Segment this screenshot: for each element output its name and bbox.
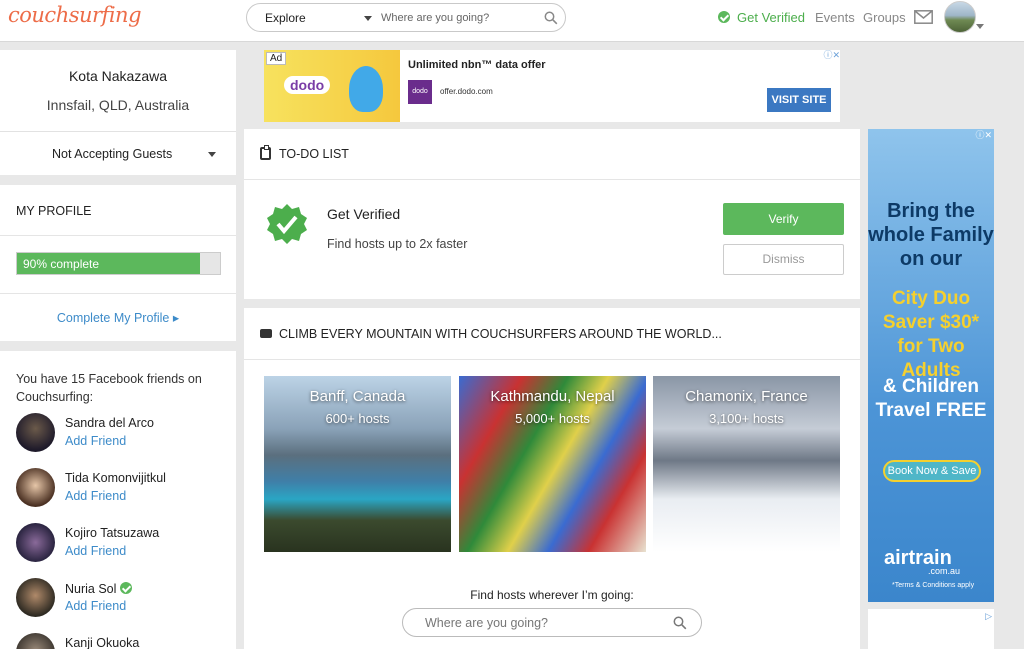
right-advertisement[interactable]: ⓘ✕ Bring the whole Family on our City Du… (868, 129, 994, 602)
add-friend-link[interactable]: Add Friend (65, 544, 126, 558)
my-profile-title: MY PROFILE (16, 204, 92, 218)
friend-name[interactable]: Sandra del Arco (65, 416, 154, 430)
couch-icon (260, 329, 272, 338)
advertiser-logo: dodo (408, 80, 432, 104)
destination-name: Kathmandu, Nepal (490, 388, 615, 405)
progress-label: 90% complete (23, 257, 100, 271)
avatar[interactable] (16, 468, 55, 507)
ad-headline[interactable]: Unlimited nbn™ data offer (408, 59, 546, 71)
adchoices-icon[interactable]: ⓘ✕ (968, 130, 992, 141)
chevron-down-icon (208, 152, 216, 157)
avatar[interactable] (16, 578, 55, 617)
ad-line-3: & Children Travel FREE (875, 376, 987, 421)
header-search-input[interactable] (381, 10, 541, 26)
friend-name[interactable]: Tida Komonvijitkul (65, 471, 166, 485)
divider (0, 293, 236, 294)
chevron-down-icon (364, 16, 372, 21)
add-friend-link[interactable]: Add Friend (65, 434, 126, 448)
verified-seal-icon (267, 204, 307, 244)
couchsurfing-logo[interactable]: couchsurfing (8, 3, 142, 27)
todo-item-title: Get Verified (327, 206, 401, 222)
friend-name[interactable]: Kojiro Tatsuzawa (65, 526, 159, 540)
profile-progress-bar: 90% complete (16, 252, 221, 275)
ad-terms: *Terms & Conditions apply (892, 582, 975, 589)
top-navigation-bar: couchsurfing Explore Get Verified Events… (0, 0, 1024, 42)
destination-card-kathmandu[interactable]: Kathmandu, Nepal 5,000+ hosts (459, 376, 646, 552)
mascot-image (349, 66, 383, 112)
avatar[interactable] (16, 413, 55, 452)
profile-location: Innsfail, QLD, Australia (46, 97, 190, 113)
verify-button[interactable]: Verify (723, 203, 844, 235)
todo-header: TO-DO LIST (244, 129, 860, 180)
header-search-bar: Explore (246, 3, 566, 32)
adchoices-icon[interactable]: ⓘ✕ (816, 50, 840, 61)
destination-hosts: 3,100+ hosts (709, 411, 784, 426)
visit-site-button[interactable]: VISIT SITE (767, 88, 831, 112)
ad-line-2: City Duo Saver $30* for Two Adults (882, 288, 980, 381)
secondary-advertisement[interactable]: ▷ (868, 609, 994, 649)
add-friend-link[interactable]: Add Friend (65, 489, 126, 503)
dismiss-button[interactable]: Dismiss (723, 244, 844, 275)
chevron-down-icon[interactable] (976, 24, 984, 29)
list-item: Kojiro Tatsuzawa Add Friend (16, 523, 226, 567)
find-hosts-search (402, 608, 702, 637)
ad-url[interactable]: offer.dodo.com (440, 87, 493, 96)
clipboard-icon (260, 145, 271, 160)
avatar[interactable] (16, 523, 55, 562)
find-hosts-input[interactable] (425, 615, 645, 631)
destination-card-banff[interactable]: Banff, Canada 600+ hosts (264, 376, 451, 552)
my-profile-card: MY PROFILE 90% complete Complete My Prof… (0, 185, 236, 341)
destination-hosts: 5,000+ hosts (515, 411, 590, 426)
todo-list-card: TO-DO LIST Get Verified Find hosts up to… (244, 129, 860, 299)
explore-label: Explore (265, 11, 306, 25)
search-icon[interactable] (673, 616, 687, 630)
complete-profile-link[interactable]: Complete My Profile ▸ (0, 310, 236, 325)
get-verified-label: Get Verified (737, 10, 805, 25)
guest-status-dropdown[interactable]: Not Accepting Guests (0, 131, 236, 175)
add-friend-link[interactable]: Add Friend (65, 599, 126, 613)
friends-intro: You have 15 Facebook friends on Couchsur… (16, 372, 202, 404)
destinations-title: CLIMB EVERY MOUNTAIN WITH COUCHSURFERS A… (279, 327, 722, 341)
verified-check-icon (718, 11, 730, 23)
dodo-logo: dodo (284, 76, 331, 94)
divider (0, 235, 236, 236)
destination-card-chamonix[interactable]: Chamonix, France 3,100+ hosts (653, 376, 840, 552)
user-avatar[interactable] (944, 1, 976, 33)
list-item: Kanji Okuoka (16, 633, 226, 649)
find-hosts-label: Find hosts wherever I’m going: (470, 588, 634, 602)
nav-events-link[interactable]: Events (815, 10, 855, 25)
mail-icon[interactable] (914, 10, 933, 24)
guest-status-label: Not Accepting Guests (52, 147, 173, 161)
avatar[interactable] (16, 633, 55, 649)
explore-dropdown[interactable]: Explore (247, 4, 374, 31)
destination-name: Banff, Canada (309, 388, 406, 405)
ad-image: Ad dodo (264, 50, 400, 122)
friend-name[interactable]: Kanji Okuoka (65, 636, 139, 649)
ad-label: Ad (266, 52, 287, 65)
facebook-friends-card: You have 15 Facebook friends on Couchsur… (0, 351, 236, 649)
nav-groups-link[interactable]: Groups (863, 10, 906, 25)
destination-name: Chamonix, France (685, 388, 808, 405)
destinations-card: CLIMB EVERY MOUNTAIN WITH COUCHSURFERS A… (244, 308, 860, 649)
ad-line-1: Bring the whole Family on our (868, 200, 994, 270)
destination-hosts: 600+ hosts (325, 411, 390, 426)
todo-title: TO-DO LIST (279, 147, 349, 161)
friend-name: Nuria Sol (65, 582, 117, 596)
list-item: Tida Komonvijitkul Add Friend (16, 468, 226, 512)
list-item: Sandra del Arco Add Friend (16, 413, 226, 457)
friend-name-row[interactable]: Nuria Sol (65, 581, 133, 596)
adchoices-icon[interactable]: ▷ (968, 611, 992, 622)
book-now-button[interactable]: Book Now & Save (883, 460, 981, 482)
todo-item-subtitle: Find hosts up to 2x faster (327, 237, 468, 251)
profile-name: Kota Nakazawa (68, 68, 168, 84)
list-item: Nuria Sol Add Friend (16, 578, 226, 622)
top-advertisement[interactable]: Ad dodo Unlimited nbn™ data offer dodo o… (264, 50, 840, 122)
verified-badge-icon (120, 582, 133, 594)
airtrain-domain: .com.au (928, 566, 961, 576)
profile-card: Kota Nakazawa Innsfail, QLD, Australia N… (0, 50, 236, 175)
search-icon[interactable] (544, 11, 558, 25)
destinations-header: CLIMB EVERY MOUNTAIN WITH COUCHSURFERS A… (244, 308, 860, 360)
